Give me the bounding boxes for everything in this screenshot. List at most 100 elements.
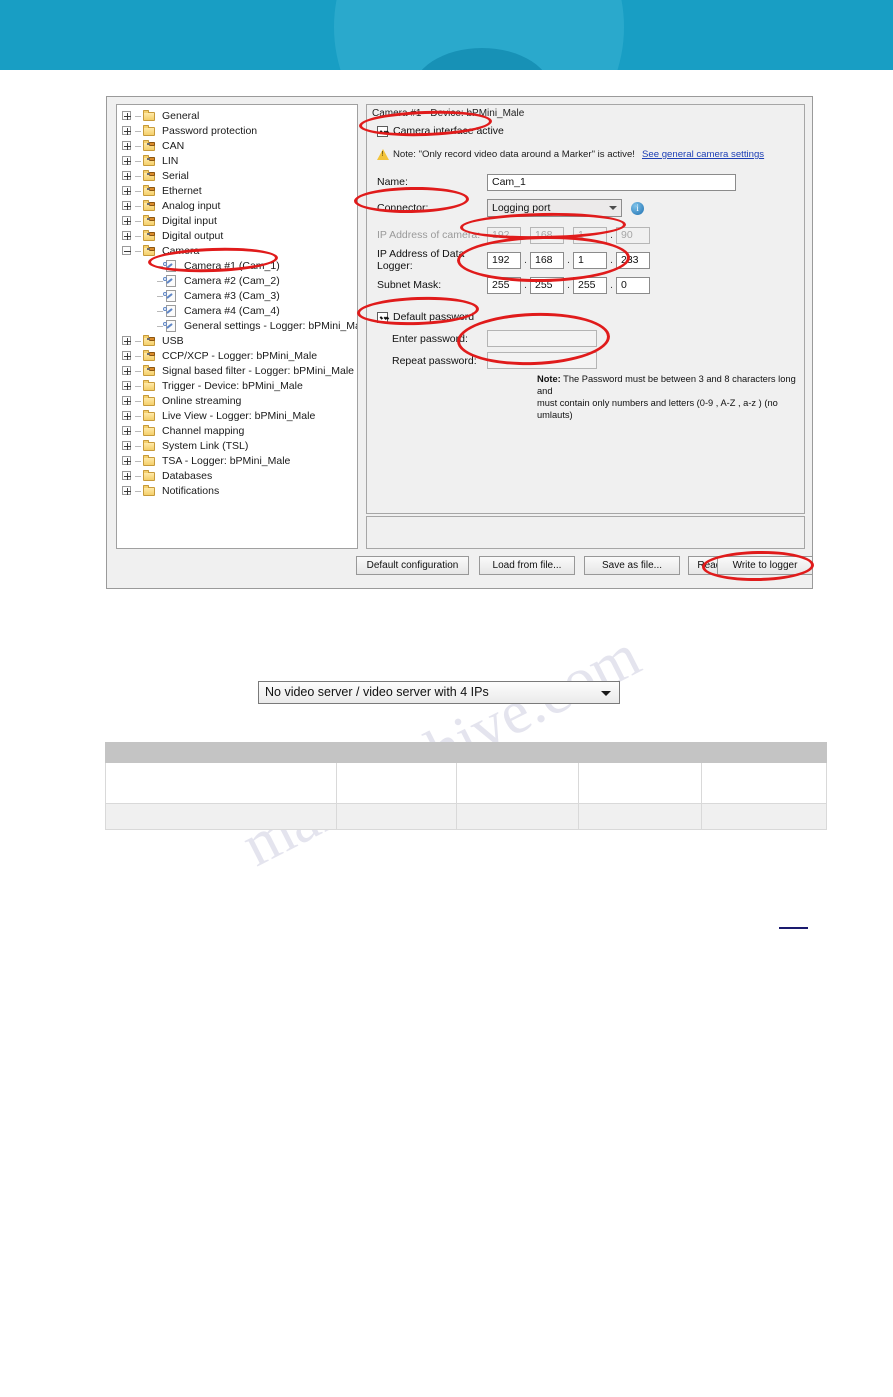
tree-item-notifications[interactable]: Notifications xyxy=(121,484,357,499)
ip-separator: . xyxy=(567,254,570,266)
expand-plus-icon[interactable] xyxy=(121,410,134,423)
configuration-tree[interactable]: General Password protection CAN LIN Serial Et… xyxy=(116,104,358,549)
subnet-octet-4[interactable]: 0 xyxy=(616,276,650,294)
tree-connector-line xyxy=(135,476,141,477)
expand-plus-icon[interactable] xyxy=(121,200,134,213)
tree-item-label: Digital input xyxy=(162,215,217,227)
ip-separator: . xyxy=(524,279,527,291)
info-icon[interactable] xyxy=(631,201,644,215)
tree-item-ethernet[interactable]: Ethernet xyxy=(121,184,357,199)
camera-ip-octet-4[interactable]: 90 xyxy=(616,226,650,244)
tree-item-online-streaming[interactable]: Online streaming xyxy=(121,394,357,409)
tree-item-label: System Link (TSL) xyxy=(162,440,249,452)
tree-connector-line xyxy=(135,206,141,207)
tree-item-databases[interactable]: Databases xyxy=(121,469,357,484)
default-password-checkbox[interactable]: Default password xyxy=(377,311,474,323)
tree-connector-line xyxy=(135,491,141,492)
tree-item-serial[interactable]: Serial xyxy=(121,169,357,184)
expand-plus-icon[interactable] xyxy=(121,155,134,168)
tree-item-lin[interactable]: LIN xyxy=(121,154,357,169)
default-configuration-button[interactable]: Default configuration xyxy=(356,556,469,575)
expand-plus-icon[interactable] xyxy=(121,455,134,468)
tree-item-trigger-device-bpmini-male[interactable]: Trigger - Device: bPMini_Male xyxy=(121,379,357,394)
expand-plus-icon[interactable] xyxy=(121,425,134,438)
tree-item-general-settings-logger-bpmini-male[interactable]: General settings - Logger: bPMini_Male xyxy=(121,319,357,334)
expand-plus-icon[interactable] xyxy=(121,380,134,393)
tree-connector-line xyxy=(135,161,141,162)
load-from-file-button[interactable]: Load from file... xyxy=(479,556,575,575)
folder-icon xyxy=(142,470,157,483)
configurator-window: General Password protection CAN LIN Serial Et… xyxy=(106,96,813,589)
folder-plug-icon xyxy=(142,230,157,243)
camera-ip-label: IP Address of camera: xyxy=(377,229,481,241)
logger-ip-octet-1[interactable]: 192 xyxy=(487,251,521,269)
tree-connector-line xyxy=(135,461,141,462)
folder-plug-icon xyxy=(142,200,157,213)
tree-item-password-protection[interactable]: Password protection xyxy=(121,124,357,139)
camera-interface-active-checkbox[interactable]: Camera interface active xyxy=(377,125,504,137)
password-rules-note: Note: The Password must be between 3 and… xyxy=(537,373,807,421)
tree-item-camera-1-cam-1[interactable]: Camera #1 (Cam_1) xyxy=(121,259,357,274)
name-row: Name: Cam_1 xyxy=(377,173,736,191)
camera-ip-octet-2[interactable]: 168 xyxy=(530,226,564,244)
tree-item-camera-4-cam-4[interactable]: Camera #4 (Cam_4) xyxy=(121,304,357,319)
subnet-octet-3[interactable]: 255 xyxy=(573,276,607,294)
folder-plug-icon xyxy=(142,350,157,363)
tree-item-live-view-logger-bpmini-male[interactable]: Live View - Logger: bPMini_Male xyxy=(121,409,357,424)
expand-plus-icon[interactable] xyxy=(121,365,134,378)
tree-item-digital-output[interactable]: Digital output xyxy=(121,229,357,244)
tree-item-digital-input[interactable]: Digital input xyxy=(121,214,357,229)
tree-item-system-link-tsl[interactable]: System Link (TSL) xyxy=(121,439,357,454)
tree-item-signal-based-filter-logger-bpmini-male[interactable]: Signal based filter - Logger: bPMini_Mal… xyxy=(121,364,357,379)
expand-plus-icon[interactable] xyxy=(121,485,134,498)
tree-item-analog-input[interactable]: Analog input xyxy=(121,199,357,214)
subnet-octet-1[interactable]: 255 xyxy=(487,276,521,294)
tree-item-can[interactable]: CAN xyxy=(121,139,357,154)
camera-ip-octet-3[interactable]: 1 xyxy=(573,226,607,244)
logger-ip-octet-2[interactable]: 168 xyxy=(530,251,564,269)
name-input[interactable]: Cam_1 xyxy=(487,173,736,191)
folder-icon xyxy=(142,455,157,468)
expand-plus-icon[interactable] xyxy=(121,440,134,453)
tree-item-ccp-xcp-logger-bpmini-male[interactable]: CCP/XCP - Logger: bPMini_Male xyxy=(121,349,357,364)
tree-item-camera-3-cam-3[interactable]: Camera #3 (Cam_3) xyxy=(121,289,357,304)
tree-item-general[interactable]: General xyxy=(121,109,357,124)
expand-plus-icon[interactable] xyxy=(121,110,134,123)
data-table xyxy=(105,742,827,830)
expand-plus-icon[interactable] xyxy=(121,470,134,483)
repeat-password-input[interactable] xyxy=(487,352,597,369)
expand-plus-icon[interactable] xyxy=(121,230,134,243)
tree-item-usb[interactable]: USB xyxy=(121,334,357,349)
tree-item-label: TSA - Logger: bPMini_Male xyxy=(162,455,291,467)
collapse-minus-icon[interactable] xyxy=(121,245,134,258)
expand-plus-icon[interactable] xyxy=(121,395,134,408)
expand-plus-icon[interactable] xyxy=(121,125,134,138)
expand-plus-icon[interactable] xyxy=(121,170,134,183)
split-pane: General Password protection CAN LIN Serial Et… xyxy=(116,104,805,549)
password-note-bold: Note: xyxy=(537,374,561,384)
connector-select[interactable]: Logging port xyxy=(487,199,622,217)
tree-item-camera-2-cam-2[interactable]: Camera #2 (Cam_2) xyxy=(121,274,357,289)
tree-item-channel-mapping[interactable]: Channel mapping xyxy=(121,424,357,439)
expand-plus-icon[interactable] xyxy=(121,350,134,363)
logger-ip-octet-3[interactable]: 1 xyxy=(573,251,607,269)
tree-item-label: Online streaming xyxy=(162,395,242,407)
table-row xyxy=(105,803,827,830)
tree-item-camera[interactable]: Camera xyxy=(121,244,357,259)
expand-plus-icon[interactable] xyxy=(121,335,134,348)
save-as-file-button[interactable]: Save as file... xyxy=(584,556,680,575)
video-server-select[interactable]: No video server / video server with 4 IP… xyxy=(258,681,620,704)
table-cell xyxy=(578,762,702,804)
expand-plus-icon[interactable] xyxy=(121,140,134,153)
enter-password-input[interactable] xyxy=(487,330,597,347)
tree-item-tsa-logger-bpmini-male[interactable]: TSA - Logger: bPMini_Male xyxy=(121,454,357,469)
camera-ip-group: 192 . 168 . 1 . 90 xyxy=(487,226,650,244)
camera-ip-octet-1[interactable]: 192 xyxy=(487,226,521,244)
expand-plus-icon[interactable] xyxy=(121,185,134,198)
general-camera-settings-link[interactable]: See general camera settings xyxy=(642,149,764,160)
write-to-logger-button[interactable]: Write to logger xyxy=(717,556,813,575)
logger-ip-octet-4[interactable]: 233 xyxy=(616,251,650,269)
subnet-octet-2[interactable]: 255 xyxy=(530,276,564,294)
folder-plug-icon xyxy=(142,170,157,183)
expand-plus-icon[interactable] xyxy=(121,215,134,228)
